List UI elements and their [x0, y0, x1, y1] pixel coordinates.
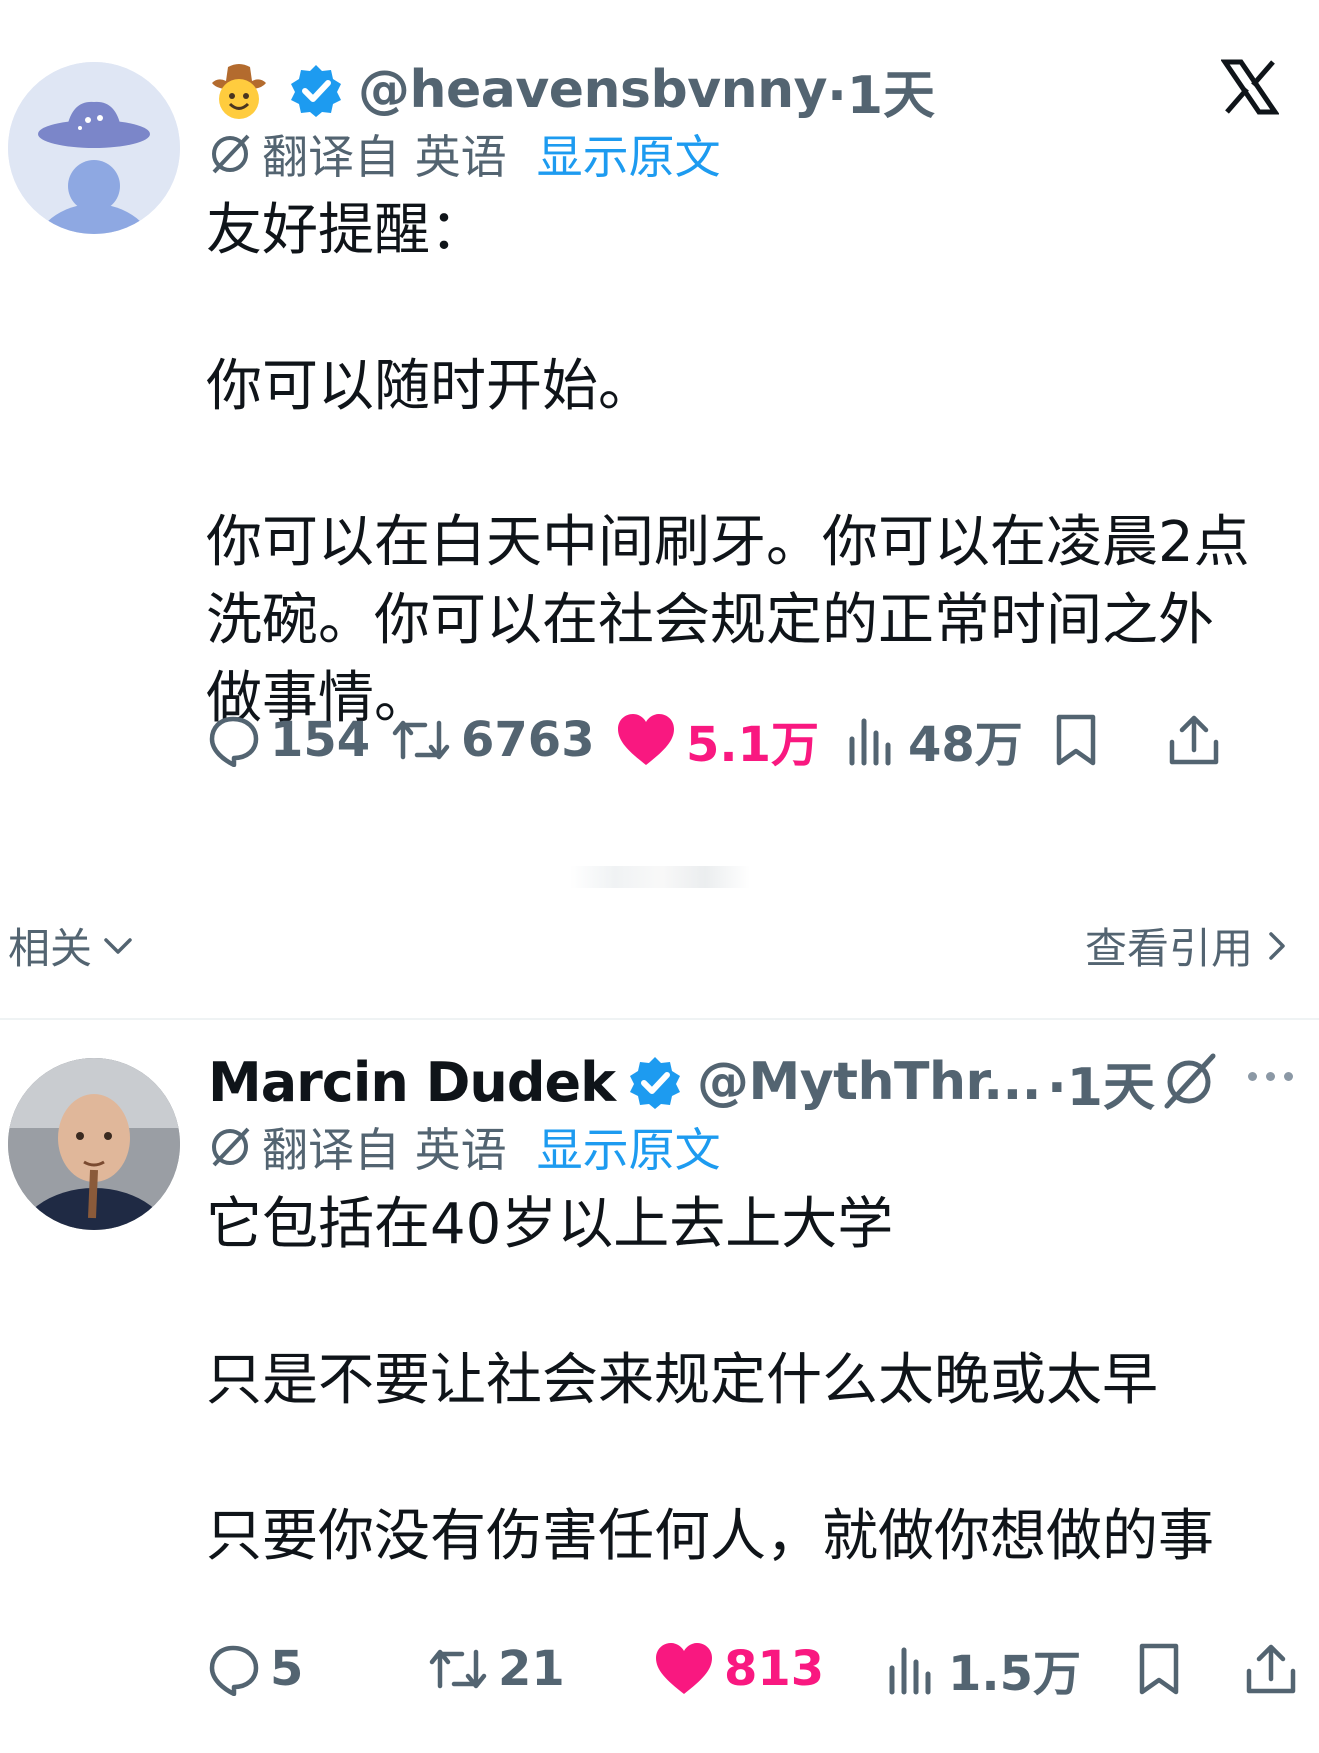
separator-artifact: [570, 866, 750, 888]
translation-notice: 翻译自 英语 显示原文: [206, 123, 721, 185]
tweet-header: @heavensbvnny ·1天: [208, 53, 935, 128]
chevron-down-icon: [104, 937, 132, 954]
view-quotes-label: 查看引用: [1084, 924, 1253, 973]
retweet-count: 21: [498, 1641, 565, 1697]
verified-badge-icon: [291, 65, 341, 117]
more-icon: [1248, 1072, 1257, 1081]
translation-notice: 翻译自 英语 显示原文: [206, 1116, 721, 1178]
tweet-text: 它包括在40岁以上去上大学 只是不要让社会来规定什么太晚或太早 只要你没有伤害任…: [206, 1192, 1214, 1569]
views-count: 1.5万: [948, 1646, 1082, 1702]
post-time[interactable]: ·1天: [1047, 1045, 1155, 1120]
like-button[interactable]: 813: [654, 1641, 824, 1697]
avatar-heavensbvnny[interactable]: [8, 62, 180, 234]
share-icon[interactable]: [1166, 712, 1222, 768]
like-count: 813: [724, 1641, 825, 1697]
retweet-icon: [429, 1649, 487, 1689]
avatar-marcin-dudek[interactable]: [8, 1058, 180, 1230]
post-time[interactable]: ·1天: [827, 53, 935, 128]
tweet-text: 友好提醒： 你可以随时开始。 你可以在白天中间刷牙。你可以在凌晨2点 洗碗。你可…: [206, 198, 1250, 731]
author-handle[interactable]: @heavensbvnny: [358, 60, 828, 120]
tweet-reply[interactable]: Marcin Dudek @MythThr... ·1天 翻译自 英语 显示原文…: [0, 1020, 1319, 1753]
profile-photo-icon: [8, 1058, 180, 1230]
retweet-button[interactable]: 6763: [391, 712, 595, 768]
retweet-button[interactable]: 21: [428, 1641, 565, 1697]
author-name[interactable]: Marcin Dudek: [208, 1051, 616, 1114]
action-bar: 5 21 813 1.5万: [206, 1634, 1301, 1704]
view-quotes-link[interactable]: 查看引用: [1085, 915, 1293, 976]
heart-icon: [656, 1643, 712, 1694]
show-original-link[interactable]: 显示原文: [537, 121, 721, 187]
reply-icon: [209, 1645, 259, 1696]
heart-icon: [618, 714, 674, 765]
reply-count: 5: [270, 1641, 304, 1697]
reply-button[interactable]: 5: [206, 1641, 303, 1697]
like-count: 5.1万: [686, 717, 820, 773]
translated-from-label: 翻译自 英语: [262, 130, 507, 184]
reply-button[interactable]: 154: [206, 712, 370, 768]
translate-icon: [212, 134, 250, 174]
reply-icon: [209, 716, 259, 767]
share-icon[interactable]: [1243, 1641, 1299, 1697]
verified-badge-icon: [630, 1057, 681, 1109]
views-button[interactable]: 1.5万: [886, 1634, 1081, 1704]
bookmark-icon[interactable]: [1134, 1642, 1184, 1696]
views-button[interactable]: 48万: [846, 705, 1023, 775]
views-count: 48万: [908, 717, 1023, 773]
related-dropdown[interactable]: 相关: [8, 915, 136, 976]
retweet-count: 6763: [461, 712, 595, 768]
author-handle[interactable]: @MythThr...: [697, 1052, 1042, 1112]
related-label: 相关: [8, 924, 93, 973]
x-logo-icon: [1221, 59, 1279, 115]
translated-from-label: 翻译自 英语: [262, 1123, 507, 1177]
translate-icon: [212, 1127, 250, 1167]
chevron-right-icon: [1269, 931, 1285, 960]
tweet-header: Marcin Dudek @MythThr... ·1天: [208, 1045, 1155, 1120]
more-button[interactable]: [1248, 1072, 1293, 1081]
views-icon: [849, 718, 891, 766]
cowboy-emoji-icon: [212, 64, 266, 119]
show-original-link[interactable]: 显示原文: [537, 1114, 721, 1180]
related-row: 相关 查看引用: [0, 915, 1319, 975]
grok-icon[interactable]: [1159, 1050, 1219, 1110]
views-icon: [889, 1647, 931, 1695]
like-button[interactable]: 5.1万: [616, 705, 819, 775]
action-bar: 154 6763 5.1万 48万: [206, 705, 1301, 775]
retweet-icon: [392, 720, 450, 760]
reply-count: 154: [270, 712, 371, 768]
default-avatar-icon: [8, 62, 180, 234]
bookmark-icon[interactable]: [1051, 713, 1101, 767]
tweet-main[interactable]: @heavensbvnny ·1天 翻译自 英语 显示原文 友好提醒： 你可以随…: [0, 0, 1319, 900]
